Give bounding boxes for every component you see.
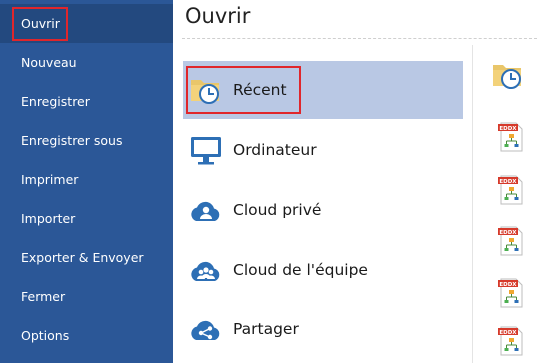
eddx-file-icon[interactable]: EDDX	[498, 226, 524, 256]
location-cloud-prive[interactable]: Cloud privé	[183, 181, 463, 239]
sidebar-item-label: Nouveau	[21, 55, 77, 70]
highlight-box-ouvrir	[12, 7, 68, 41]
cloud-team-icon	[191, 261, 220, 281]
eddx-badge-text: EDDX	[499, 230, 517, 236]
sidebar-item-imprimer[interactable]: Imprimer	[0, 160, 173, 199]
location-label: Partager	[233, 320, 299, 338]
sidebar-item-label: Fermer	[21, 289, 66, 304]
eddx-file-graphic: EDDX	[498, 175, 523, 205]
sidebar-item-enregistrer[interactable]: Enregistrer	[0, 82, 173, 121]
eddx-file-graphic: EDDX	[498, 326, 523, 356]
eddx-file-graphic: EDDX	[498, 278, 523, 308]
sidebar-item-fermer[interactable]: Fermer	[0, 277, 173, 316]
eddx-file-icon[interactable]: EDDX	[498, 175, 524, 205]
location-ordinateur[interactable]: Ordinateur	[183, 121, 463, 179]
share-cloud-icon	[191, 320, 220, 340]
sidebar-item-label: Options	[21, 328, 70, 343]
title-divider	[182, 38, 537, 39]
sidebar: Ouvrir Nouveau Enregistrer Enregistrer s…	[0, 0, 173, 363]
sidebar-item-label: Exporter & Envoyer	[21, 250, 144, 265]
highlight-box-recent	[186, 66, 301, 114]
sidebar-item-label: Enregistrer sous	[21, 133, 123, 148]
eddx-badge-text: EDDX	[499, 126, 517, 132]
sidebar-item-label: Enregistrer	[21, 94, 90, 109]
eddx-badge-text: EDDX	[499, 179, 517, 185]
location-partager[interactable]: Partager	[183, 300, 463, 358]
eddx-file-icon[interactable]: EDDX	[498, 122, 524, 152]
eddx-file-icon[interactable]: EDDX	[498, 326, 524, 356]
sidebar-item-nouveau[interactable]: Nouveau	[0, 43, 173, 82]
sidebar-item-enregistrer-sous[interactable]: Enregistrer sous	[0, 121, 173, 160]
eddx-file-icon[interactable]: EDDX	[498, 278, 524, 308]
page-title: Ouvrir	[185, 4, 251, 28]
computer-monitor-icon	[191, 137, 221, 165]
recent-folder-clock-icon	[493, 65, 521, 89]
location-label: Ordinateur	[233, 141, 317, 159]
sidebar-item-options[interactable]: Options	[0, 316, 173, 355]
eddx-file-graphic: EDDX	[498, 226, 523, 256]
location-label: Cloud privé	[233, 201, 322, 219]
eddx-file-graphic: EDDX	[498, 122, 523, 152]
location-label: Cloud de l'équipe	[233, 261, 368, 279]
column-divider	[472, 45, 473, 363]
sidebar-item-importer[interactable]: Importer	[0, 199, 173, 238]
sidebar-item-label: Importer	[21, 211, 76, 226]
eddx-badge-text: EDDX	[499, 330, 517, 336]
cloud-person-icon	[191, 201, 220, 221]
sidebar-item-label: Imprimer	[21, 172, 79, 187]
location-cloud-equipe[interactable]: Cloud de l'équipe	[183, 241, 463, 299]
sidebar-item-exporter-envoyer[interactable]: Exporter & Envoyer	[0, 238, 173, 277]
eddx-badge-text: EDDX	[499, 282, 517, 288]
